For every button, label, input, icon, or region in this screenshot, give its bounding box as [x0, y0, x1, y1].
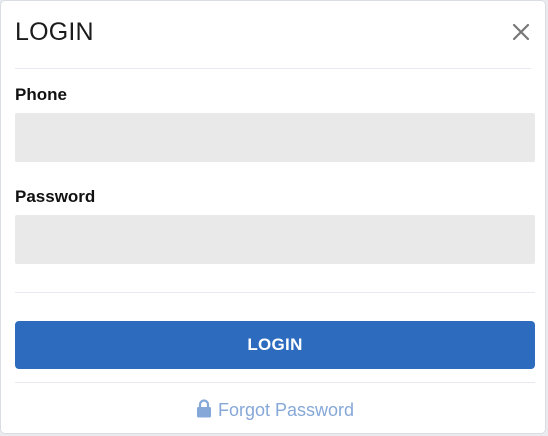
password-input[interactable]: [15, 215, 535, 264]
password-label: Password: [15, 187, 96, 206]
phone-label: Phone: [15, 85, 67, 104]
close-button[interactable]: [511, 22, 531, 42]
phone-input[interactable]: [15, 113, 535, 162]
modal-header: LOGIN: [15, 1, 531, 69]
forgot-password-link[interactable]: Forgot Password: [1, 399, 548, 423]
form-divider: [15, 292, 535, 293]
login-modal: LOGIN Phone Password LOGIN Forgot Passwo…: [0, 0, 546, 434]
footer-divider: [15, 382, 535, 383]
modal-title: LOGIN: [15, 18, 94, 46]
lock-icon: [196, 399, 212, 423]
forgot-password-label: Forgot Password: [217, 400, 355, 420]
close-icon: [512, 23, 530, 41]
login-button[interactable]: LOGIN: [15, 321, 535, 369]
